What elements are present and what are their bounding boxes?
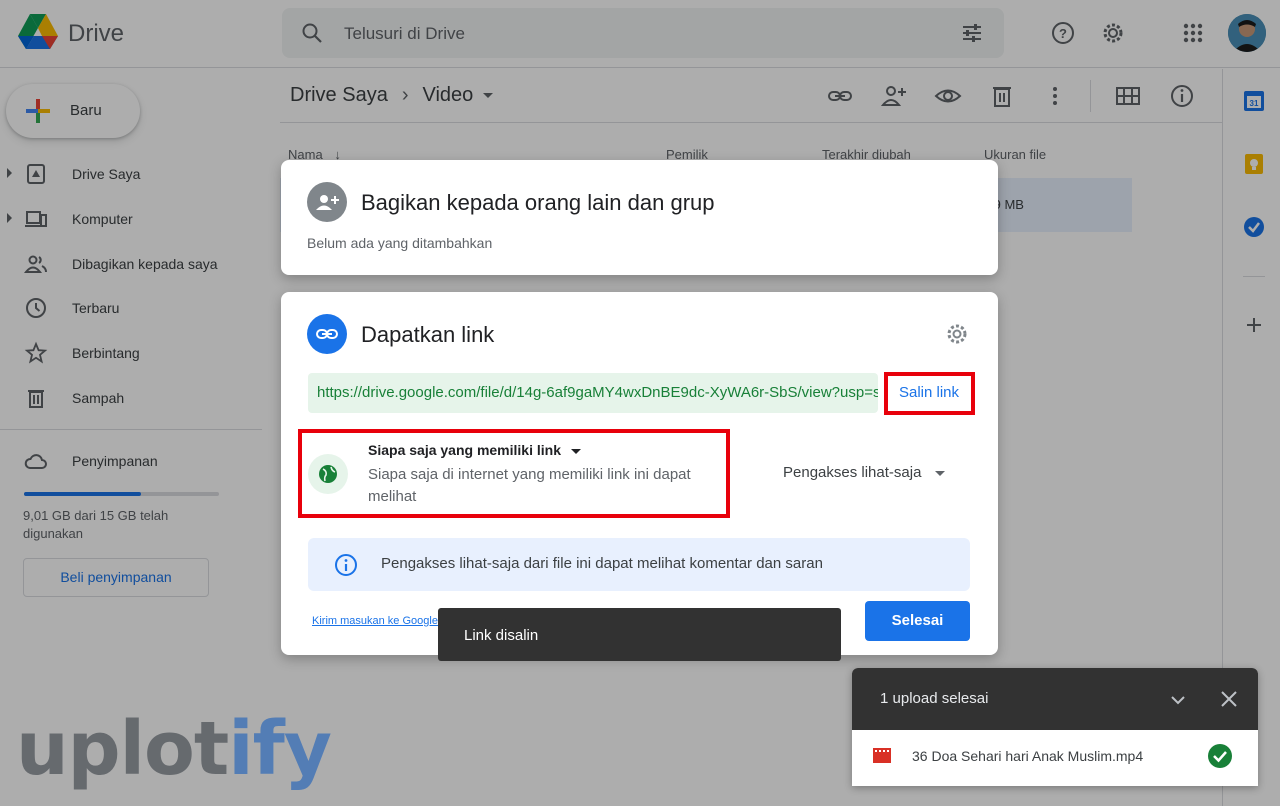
share-people-title: Bagikan kepada orang lain dan grup	[361, 190, 715, 215]
close-icon[interactable]	[1218, 688, 1240, 710]
dropdown-arrow-icon	[935, 470, 946, 476]
get-link-title: Dapatkan link	[361, 322, 495, 347]
share-link-text: https://drive.google.com/file/d/14g-6af9…	[317, 384, 878, 401]
info-banner: Pengakses lihat-saja dari file ini dapat…	[308, 538, 970, 591]
info-banner-text: Pengakses lihat-saja dari file ini dapat…	[381, 555, 823, 572]
highlight-copy-link	[884, 372, 975, 415]
watermark-logo: uplotify	[16, 712, 332, 786]
link-settings-gear-icon[interactable]	[944, 321, 970, 347]
upload-panel-title: 1 upload selesai	[880, 690, 989, 707]
watermark-text-part2: ify	[228, 706, 332, 792]
highlight-general-access	[298, 429, 730, 518]
role-label: Pengakses lihat-saja	[783, 464, 922, 481]
done-button[interactable]: Selesai	[865, 601, 970, 641]
share-people-subtitle: Belum ada yang ditambahkan	[307, 235, 493, 251]
share-people-card[interactable]: Bagikan kepada orang lain dan grup Belum…	[281, 160, 998, 275]
snackbar-toast: Link disalin	[438, 608, 841, 661]
upload-panel-header: 1 upload selesai	[852, 668, 1258, 730]
share-link-field[interactable]: https://drive.google.com/file/d/14g-6af9…	[308, 373, 878, 413]
toast-text: Link disalin	[464, 627, 539, 644]
get-link-card: Dapatkan link https://drive.google.com/f…	[281, 292, 998, 655]
upload-complete-check-icon	[1208, 744, 1232, 768]
role-dropdown[interactable]: Pengakses lihat-saja	[783, 464, 946, 481]
chevron-down-icon[interactable]	[1168, 690, 1188, 710]
info-icon	[335, 554, 357, 576]
send-feedback-link[interactable]: Kirim masukan ke Google	[312, 615, 438, 627]
add-person-icon	[307, 182, 347, 222]
link-icon	[307, 314, 347, 354]
upload-panel: 1 upload selesai 36 Doa Sehari hari Anak…	[852, 668, 1258, 786]
upload-file-name[interactable]: 36 Doa Sehari hari Anak Muslim.mp4	[912, 748, 1143, 764]
video-file-icon	[873, 748, 891, 763]
watermark-text-part1: uplot	[16, 706, 229, 792]
